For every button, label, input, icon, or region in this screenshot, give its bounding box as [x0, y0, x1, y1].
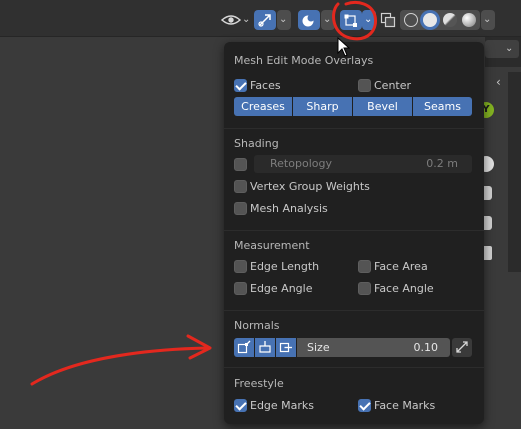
face-marks-label: Face Marks [374, 399, 436, 412]
overlays-toggle-button[interactable] [298, 10, 320, 30]
mesh-analysis-checkbox[interactable] [234, 202, 247, 215]
face-area-checkbox[interactable] [358, 260, 371, 273]
mesh-edit-overlays-popover: Mesh Edit Mode Overlays Faces Center Cre… [224, 42, 484, 424]
mesh-edit-overlays-button[interactable] [340, 10, 362, 30]
vertex-group-weights-label: Vertex Group Weights [250, 180, 370, 193]
viewport-right-header: ⌄ [485, 37, 521, 67]
vertex-group-weights-checkbox[interactable] [234, 180, 247, 193]
face-marks-checkbox[interactable] [358, 399, 371, 412]
section-divider [224, 128, 484, 129]
shading-solid-icon[interactable] [423, 13, 437, 27]
viewport-header: ⌄ ⌄ ⌄ ⌄ ⌄ [0, 0, 521, 37]
chevron-down-icon: ⌄ [364, 14, 373, 25]
face-angle-label: Face Angle [374, 282, 434, 295]
shading-wireframe-icon[interactable] [404, 13, 418, 27]
shading-section-title: Shading [234, 137, 279, 150]
center-label: Center [374, 79, 412, 92]
chevron-down-icon: ⌄ [242, 14, 251, 25]
edge-length-checkbox[interactable] [234, 260, 247, 273]
options-dropdown[interactable]: ⌄ [485, 40, 519, 58]
chevron-left-icon: ‹ [496, 75, 501, 89]
gizmo-dropdown[interactable]: ⌄ [277, 10, 291, 30]
edge-marks-label: Edge Marks [250, 399, 315, 412]
chevron-down-icon: ⌄ [323, 14, 332, 25]
vertex-normals-toggle[interactable] [234, 338, 254, 357]
mesh-analysis-label: Mesh Analysis [250, 202, 328, 215]
popover-title: Mesh Edit Mode Overlays [234, 54, 374, 67]
sharp-toggle[interactable]: Sharp [293, 97, 352, 116]
shading-material-icon[interactable] [443, 13, 457, 27]
seams-toggle[interactable]: Seams [413, 97, 472, 116]
visibility-dropdown[interactable]: ⌄ [219, 10, 251, 30]
face-normals-toggle[interactable] [276, 338, 296, 357]
size-value: 0.10 [413, 341, 439, 354]
section-divider [224, 367, 484, 368]
side-tool-strip [508, 72, 521, 272]
section-divider [224, 230, 484, 231]
edge-length-label: Edge Length [250, 260, 320, 273]
overlay-sphere-icon [302, 14, 315, 27]
faces-label: Faces [250, 79, 281, 92]
face-area-label: Face Area [374, 260, 428, 273]
constant-screen-size-toggle[interactable] [452, 338, 472, 357]
face-normals-icon [279, 342, 292, 353]
transform-gizmo-icon [258, 14, 271, 27]
creases-toggle[interactable]: Creases [234, 97, 292, 116]
freestyle-section-title: Freestyle [234, 377, 284, 390]
split-normals-toggle[interactable] [255, 338, 275, 357]
overlays-dropdown[interactable]: ⌄ [321, 10, 335, 30]
retopology-field[interactable]: Retopology 0.2 m [254, 155, 472, 173]
measurement-section-title: Measurement [234, 239, 310, 252]
chevron-down-icon: ⌄ [279, 14, 288, 25]
gizmo-toggle-button[interactable] [254, 10, 276, 30]
size-label: Size [307, 341, 330, 354]
mesh-edit-overlay-icon [344, 14, 357, 27]
edge-angle-label: Edge Angle [250, 282, 313, 295]
face-angle-checkbox[interactable] [358, 282, 371, 295]
section-divider [224, 310, 484, 311]
sidebar-toggle-tab[interactable]: ‹ [496, 72, 506, 92]
eye-icon [221, 15, 241, 25]
mouse-cursor-icon [337, 37, 351, 57]
faces-checkbox[interactable] [234, 79, 247, 92]
retopology-value: 0.2 m [426, 157, 458, 170]
resize-icon [456, 341, 468, 353]
chevron-down-icon: ⌄ [505, 43, 514, 54]
shading-dropdown[interactable]: ⌄ [481, 10, 495, 30]
edge-angle-checkbox[interactable] [234, 282, 247, 295]
retopology-label: Retopology [270, 157, 332, 170]
normals-section-title: Normals [234, 319, 280, 332]
edge-marks-checkbox[interactable] [234, 399, 247, 412]
chevron-down-icon: ⌄ [483, 14, 492, 25]
xray-toggle-button[interactable] [378, 10, 398, 30]
split-normals-icon [259, 341, 271, 353]
normals-size-field[interactable]: Size 0.10 [297, 338, 450, 357]
shading-rendered-icon[interactable] [462, 13, 476, 27]
vertex-normals-icon [237, 340, 251, 354]
center-checkbox[interactable] [358, 79, 371, 92]
bevel-toggle[interactable]: Bevel [353, 97, 412, 116]
retopology-checkbox[interactable] [234, 158, 247, 171]
xray-icon [380, 12, 396, 28]
mesh-edit-overlays-dropdown[interactable]: ⌄ [362, 10, 376, 30]
